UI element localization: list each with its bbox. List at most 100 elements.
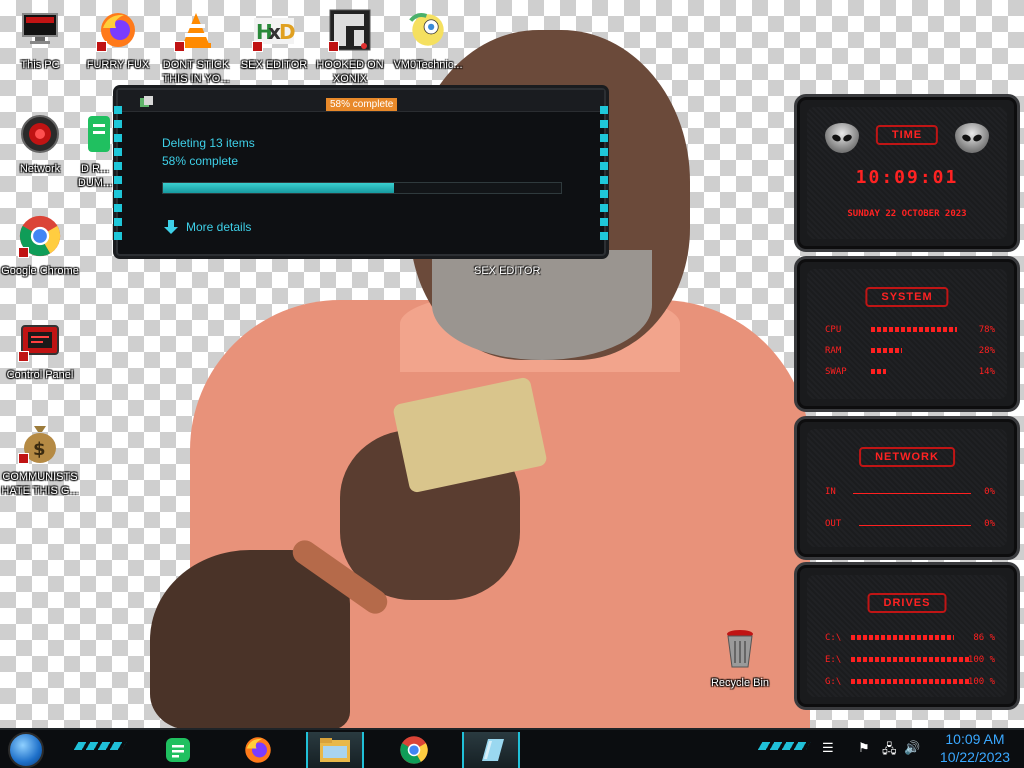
wallpaper-arm — [150, 550, 350, 730]
volume-icon[interactable]: 🔊 — [904, 740, 920, 756]
drive-c-value: 86 % — [973, 633, 995, 643]
gadget-date: SUNDAY 22 OCTOBER 2023 — [847, 209, 967, 219]
network-in-label: IN — [825, 487, 836, 497]
dialog-title: 58% complete — [326, 98, 398, 111]
desktop-icon-vm0technic[interactable]: VM0Technic... — [388, 8, 468, 72]
ram-label: RAM — [825, 346, 842, 356]
network-in-graph — [853, 493, 971, 494]
desktop-icon-label: Recycle Bin — [710, 677, 770, 689]
desktop-icon-furry-fux[interactable]: FURRY FUX — [78, 8, 158, 72]
dialog-body: Deleting 13 items 58% complete — [162, 134, 562, 194]
greenshot-icon — [166, 738, 190, 762]
chrome-icon — [18, 214, 62, 258]
monitor-icon — [18, 8, 62, 52]
desktop-icon-recycle-bin[interactable]: Recycle Bin — [700, 626, 780, 690]
alien-head-icon — [825, 123, 859, 153]
taskbar-decoration — [73, 742, 127, 750]
desktop-icon-network[interactable]: Network — [0, 112, 80, 176]
chrome-icon — [400, 736, 428, 764]
drive-e-value: 100 % — [967, 655, 995, 665]
network-out-graph — [859, 525, 971, 526]
network-gadget[interactable]: NETWORK IN 0% OUT 0% — [794, 416, 1020, 560]
dialog-left-decoration — [114, 106, 122, 246]
arrow-down-icon — [164, 220, 178, 234]
hxd-icon: HxD — [252, 8, 296, 52]
dialog-status-text: Deleting 13 items — [162, 136, 255, 150]
vlc-icon — [174, 8, 218, 52]
show-hidden-icons-icon[interactable]: ☰ — [822, 740, 834, 756]
desktop-icon-label: VM0Technic... — [393, 59, 463, 71]
wallpaper-bracelet — [288, 535, 392, 619]
progress-bar-fill — [163, 183, 394, 193]
desktop-icon-this-pc[interactable]: This PC — [0, 8, 80, 72]
desktop-icon-label: FURRY FUX — [86, 59, 150, 71]
action-center-flag-icon[interactable]: ⚑ — [858, 740, 870, 756]
firefox-icon — [245, 737, 271, 763]
ram-usage-bar — [871, 348, 902, 353]
desktop-icon-communists[interactable]: $ COMMUNISTS HATE THIS G... — [0, 420, 80, 498]
drive-g-label: G:\ — [825, 677, 842, 687]
taskbar-app-firefox[interactable] — [232, 732, 284, 768]
network-out-label: OUT — [825, 519, 842, 529]
taskbar-app-chrome[interactable] — [388, 732, 440, 768]
dialog-progress-text: 58% complete — [162, 154, 239, 168]
drive-c-label: C:\ — [825, 633, 842, 643]
gadget-title: NETWORK — [859, 447, 955, 467]
clock-time: 10:09 AM — [945, 731, 1005, 747]
more-details-button[interactable]: More details — [164, 220, 251, 234]
drives-gadget[interactable]: DRIVES C:\ 86 % E:\ 100 % G:\ 100 % — [794, 562, 1020, 710]
shortcut-arrow-icon — [96, 41, 107, 52]
dialog-right-decoration — [600, 106, 608, 246]
system-clock[interactable]: 10:09 AM 10/22/2023 — [940, 730, 1010, 766]
desktop-icon-label: Google Chrome — [1, 265, 79, 277]
desktop-icon-label: COMMUNISTS HATE THIS G... — [1, 471, 79, 497]
firefox-icon — [96, 8, 140, 52]
desktop-icon-control-panel[interactable]: Control Panel — [0, 318, 80, 382]
progress-bar — [162, 182, 562, 194]
taskbar-app-greenshot[interactable] — [152, 732, 204, 768]
desktop-icon-label: SEX EDITOR — [240, 59, 308, 71]
desktop-icon-label: Network — [19, 163, 61, 175]
desktop-icon-sex-editor[interactable]: HxD SEX EDITOR — [234, 8, 314, 72]
gadget-title: TIME — [875, 125, 939, 145]
wallpaper-phone — [392, 376, 548, 494]
taskbar-app-file-explorer[interactable] — [306, 732, 364, 768]
window-app-icon — [482, 739, 504, 761]
alien-head-icon — [955, 123, 989, 153]
delete-progress-dialog[interactable]: 58% complete Deleting 13 items 58% compl… — [114, 88, 608, 256]
desktop-icon-hooked-on-xonix[interactable]: HOOKED ON XONIX — [310, 8, 390, 86]
desktop-icon-dr-dum[interactable]: D R... DUM... — [70, 112, 120, 190]
desktop-icon-label: Control Panel — [6, 369, 74, 381]
system-gadget[interactable]: SYSTEM CPU 78% RAM 28% SWAP 14% — [794, 256, 1020, 412]
wallpaper-text-label: SEX EDITOR — [474, 265, 541, 277]
wallpaper-collar — [400, 292, 680, 372]
shortcut-arrow-icon — [174, 41, 185, 52]
drive-e-bar — [851, 657, 971, 662]
network-status-icon[interactable]: 🖧 — [882, 740, 897, 762]
drive-c-bar — [851, 635, 954, 640]
desktop-icon-label: D R... DUM... — [77, 163, 113, 189]
swap-value: 14% — [978, 367, 995, 377]
recycle-bin-icon — [718, 626, 762, 670]
gadget-title: DRIVES — [867, 593, 947, 613]
green-app-icon — [73, 112, 117, 156]
swap-label: SWAP — [825, 367, 847, 377]
cpu-label: CPU — [825, 325, 842, 335]
desktop-icon-dont-stick[interactable]: DONT STICK THIS IN YO... — [156, 8, 236, 86]
money-bag-icon: $ — [18, 420, 62, 464]
file-explorer-icon — [320, 738, 350, 762]
gadget-clock: 10:09:01 — [855, 167, 959, 188]
drive-e-label: E:\ — [825, 655, 842, 665]
ram-value: 28% — [978, 346, 995, 356]
network-in-value: 0% — [984, 487, 995, 497]
desktop-icon-google-chrome[interactable]: Google Chrome — [0, 214, 80, 278]
desktop-icon-label: This PC — [20, 59, 60, 71]
shortcut-arrow-icon — [18, 453, 29, 464]
drive-g-value: 100 % — [967, 677, 995, 687]
start-button[interactable] — [8, 732, 44, 768]
network-out-value: 0% — [984, 519, 995, 529]
taskbar-app-window[interactable] — [462, 732, 520, 768]
dialog-titlebar[interactable]: 58% complete — [118, 90, 604, 112]
desktop-icon-label: DONT STICK THIS IN YO... — [162, 59, 230, 85]
time-gadget[interactable]: TIME 10:09:01 SUNDAY 22 OCTOBER 2023 — [794, 94, 1020, 252]
